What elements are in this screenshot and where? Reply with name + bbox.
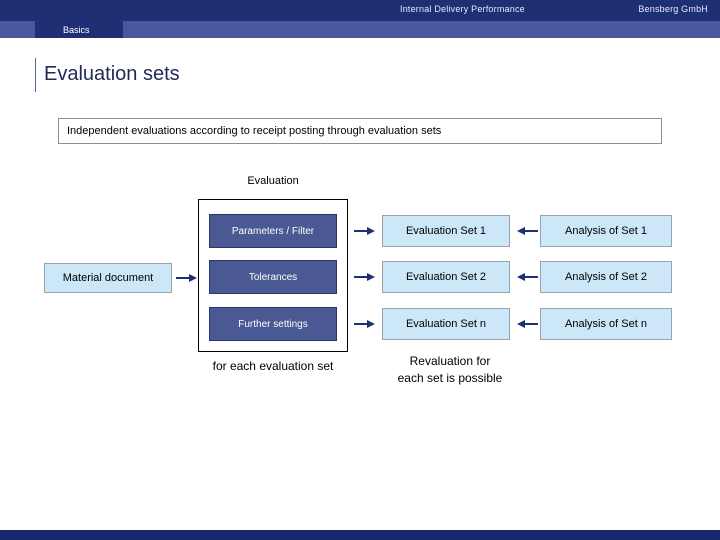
caption-revaluation-line1: Revaluation for <box>409 354 491 368</box>
evaluation-set-2-box[interactable]: Evaluation Set 2 <box>382 261 510 293</box>
evaluation-set-n-box[interactable]: Evaluation Set n <box>382 308 510 340</box>
header-title: Internal Delivery Performance <box>400 4 525 14</box>
footer-bar <box>0 530 720 540</box>
settings-box-tolerances[interactable]: Tolerances <box>209 260 337 294</box>
page-title: Evaluation sets <box>44 63 180 85</box>
caption-revaluation-line2: each set is possible <box>397 371 503 385</box>
title-accent-rule <box>35 58 36 92</box>
settings-box-parameters-filter[interactable]: Parameters / Filter <box>209 214 337 248</box>
analysis-of-set-2-box[interactable]: Analysis of Set 2 <box>540 261 672 293</box>
caption-for-each-evaluation-set: for each evaluation set <box>212 359 334 373</box>
arrow-left-icon <box>516 271 538 283</box>
arrow-right-icon <box>354 225 376 237</box>
subtitle-box: Independent evaluations according to rec… <box>58 118 662 144</box>
tab-bar: Basics <box>0 21 720 38</box>
arrow-right-icon <box>354 318 376 330</box>
analysis-of-set-n-box[interactable]: Analysis of Set n <box>540 308 672 340</box>
evaluation-group-label: Evaluation <box>247 175 299 187</box>
arrow-right-icon <box>354 271 376 283</box>
settings-box-further-settings[interactable]: Further settings <box>209 307 337 341</box>
arrow-left-icon <box>516 318 538 330</box>
material-document-box[interactable]: Material document <box>44 263 172 293</box>
analysis-of-set-1-box[interactable]: Analysis of Set 1 <box>540 215 672 247</box>
header-bar: Internal Delivery Performance Bensberg G… <box>0 0 720 21</box>
arrow-left-icon <box>516 225 538 237</box>
tab-basics[interactable]: Basics <box>35 21 123 38</box>
arrow-right-icon <box>176 272 198 284</box>
evaluation-set-1-box[interactable]: Evaluation Set 1 <box>382 215 510 247</box>
header-company-name: Bensberg GmbH <box>638 4 708 14</box>
caption-revaluation: Revaluation for each set is possible <box>376 353 524 387</box>
